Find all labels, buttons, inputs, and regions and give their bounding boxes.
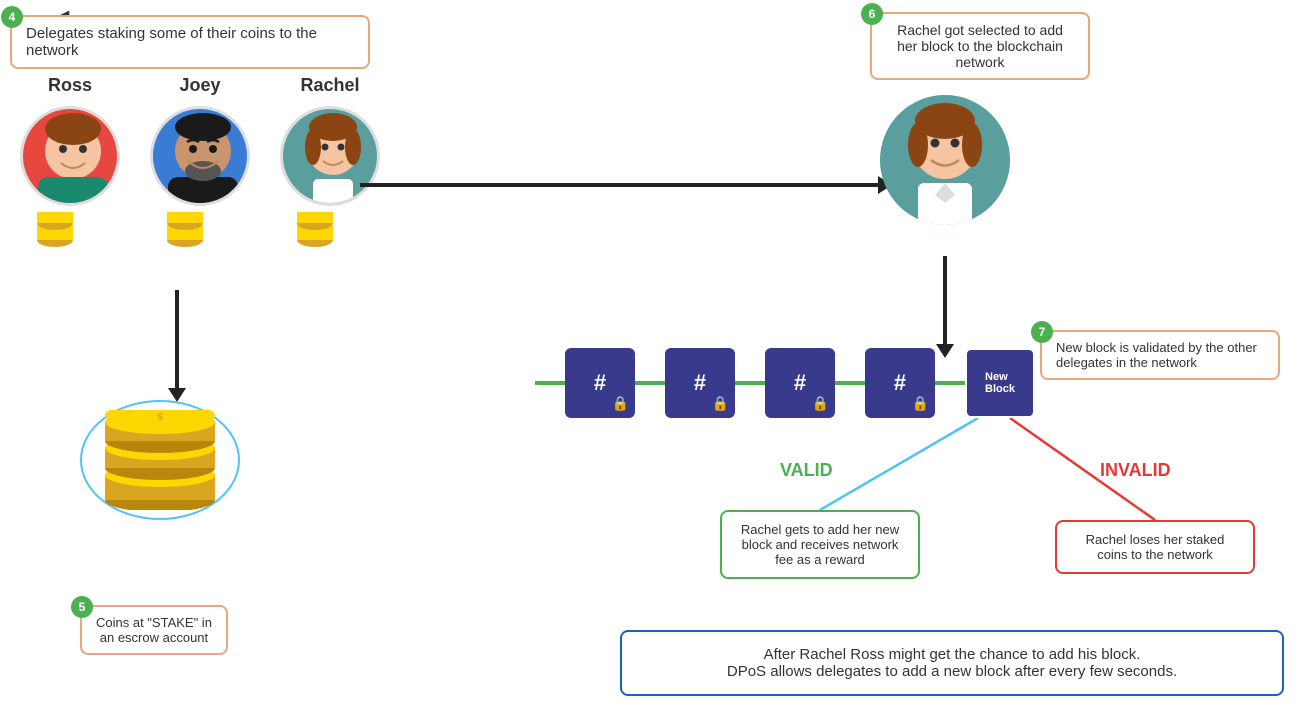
bottom-info-box: After Rachel Ross might get the chance t… <box>620 630 1284 696</box>
ross-name: Ross <box>48 75 92 96</box>
escrow-coins-svg: $ <box>90 410 230 510</box>
new-block-label: NewBlock <box>985 371 1015 395</box>
step5-text: Coins at "STAKE" inan escrow account <box>96 615 212 645</box>
ross-avatar <box>20 106 120 206</box>
step5-box: 5 Coins at "STAKE" inan escrow account <box>80 605 228 655</box>
invalid-label: INVALID <box>1100 460 1171 481</box>
chain-line-3 <box>835 381 865 385</box>
block-3: # 🔒 <box>765 348 835 418</box>
arrow-right-main <box>360 183 880 187</box>
rachel-avatar-small <box>280 106 380 206</box>
step7-text: New block is validated by the other dele… <box>1056 340 1257 370</box>
block-hash-1: # <box>594 370 606 396</box>
step4-box: 4 Delegates staking some of their coins … <box>10 15 370 69</box>
rachel-coins-small <box>295 212 365 247</box>
joey-name: Joey <box>179 75 220 96</box>
block-lock-3: 🔒 <box>812 395 829 412</box>
step4-badge: 4 <box>1 6 23 28</box>
delegate-joey: Joey <box>150 75 250 247</box>
arrow-down-delegates <box>175 290 179 390</box>
svg-text:$: $ <box>157 412 163 423</box>
valid-box-text: Rachel gets to add her new block and rec… <box>741 522 899 567</box>
block-hash-2: # <box>694 370 706 396</box>
chain-line-start <box>535 381 565 385</box>
invalid-box-text: Rachel loses her staked coins to the net… <box>1086 532 1225 562</box>
step6-badge: 6 <box>861 3 883 25</box>
chain-line-1 <box>635 381 665 385</box>
joey-avatar <box>150 106 250 206</box>
chain-line-4 <box>935 381 965 385</box>
joey-coins <box>165 212 235 247</box>
escrow-container: $ <box>80 400 240 520</box>
bottom-info-text: After Rachel Ross might get the chance t… <box>727 646 1177 680</box>
delegates-row: Ross <box>20 75 380 247</box>
block-lock-1: 🔒 <box>612 395 629 412</box>
block-lock-2: 🔒 <box>712 395 729 412</box>
delegate-rachel-small: Rachel <box>280 75 380 247</box>
step6-text: Rachel got selected to add her block to … <box>897 22 1063 70</box>
valid-box: Rachel gets to add her new block and rec… <box>720 510 920 579</box>
diagram-container: ◄ 4 Delegates staking some of their coin… <box>0 0 1299 711</box>
rachel-selected <box>880 95 1010 225</box>
blockchain-row: # 🔒 # 🔒 # 🔒 # 🔒 NewBlock <box>535 348 1035 418</box>
step4-text: Delegates staking some of their coins to… <box>26 25 317 59</box>
step6-box: 6 Rachel got selected to add her block t… <box>870 12 1090 80</box>
new-block: NewBlock <box>965 348 1035 418</box>
step7-box: 7 New block is validated by the other de… <box>1040 330 1280 380</box>
block-1: # 🔒 <box>565 348 635 418</box>
escrow-oval: $ <box>80 400 240 520</box>
rachel-avatar-large <box>880 95 1010 225</box>
chain-line-2 <box>735 381 765 385</box>
block-lock-4: 🔒 <box>912 395 929 412</box>
block-hash-3: # <box>794 370 806 396</box>
block-2: # 🔒 <box>665 348 735 418</box>
valid-label: VALID <box>780 460 833 481</box>
delegate-ross: Ross <box>20 75 120 247</box>
block-hash-4: # <box>894 370 906 396</box>
block-4: # 🔒 <box>865 348 935 418</box>
arrow-down-rachel <box>943 256 947 346</box>
step7-badge: 7 <box>1031 321 1053 343</box>
rachel-name-small: Rachel <box>300 75 359 96</box>
invalid-box: Rachel loses her staked coins to the net… <box>1055 520 1255 574</box>
step5-badge: 5 <box>71 596 93 618</box>
ross-coins <box>35 212 105 247</box>
